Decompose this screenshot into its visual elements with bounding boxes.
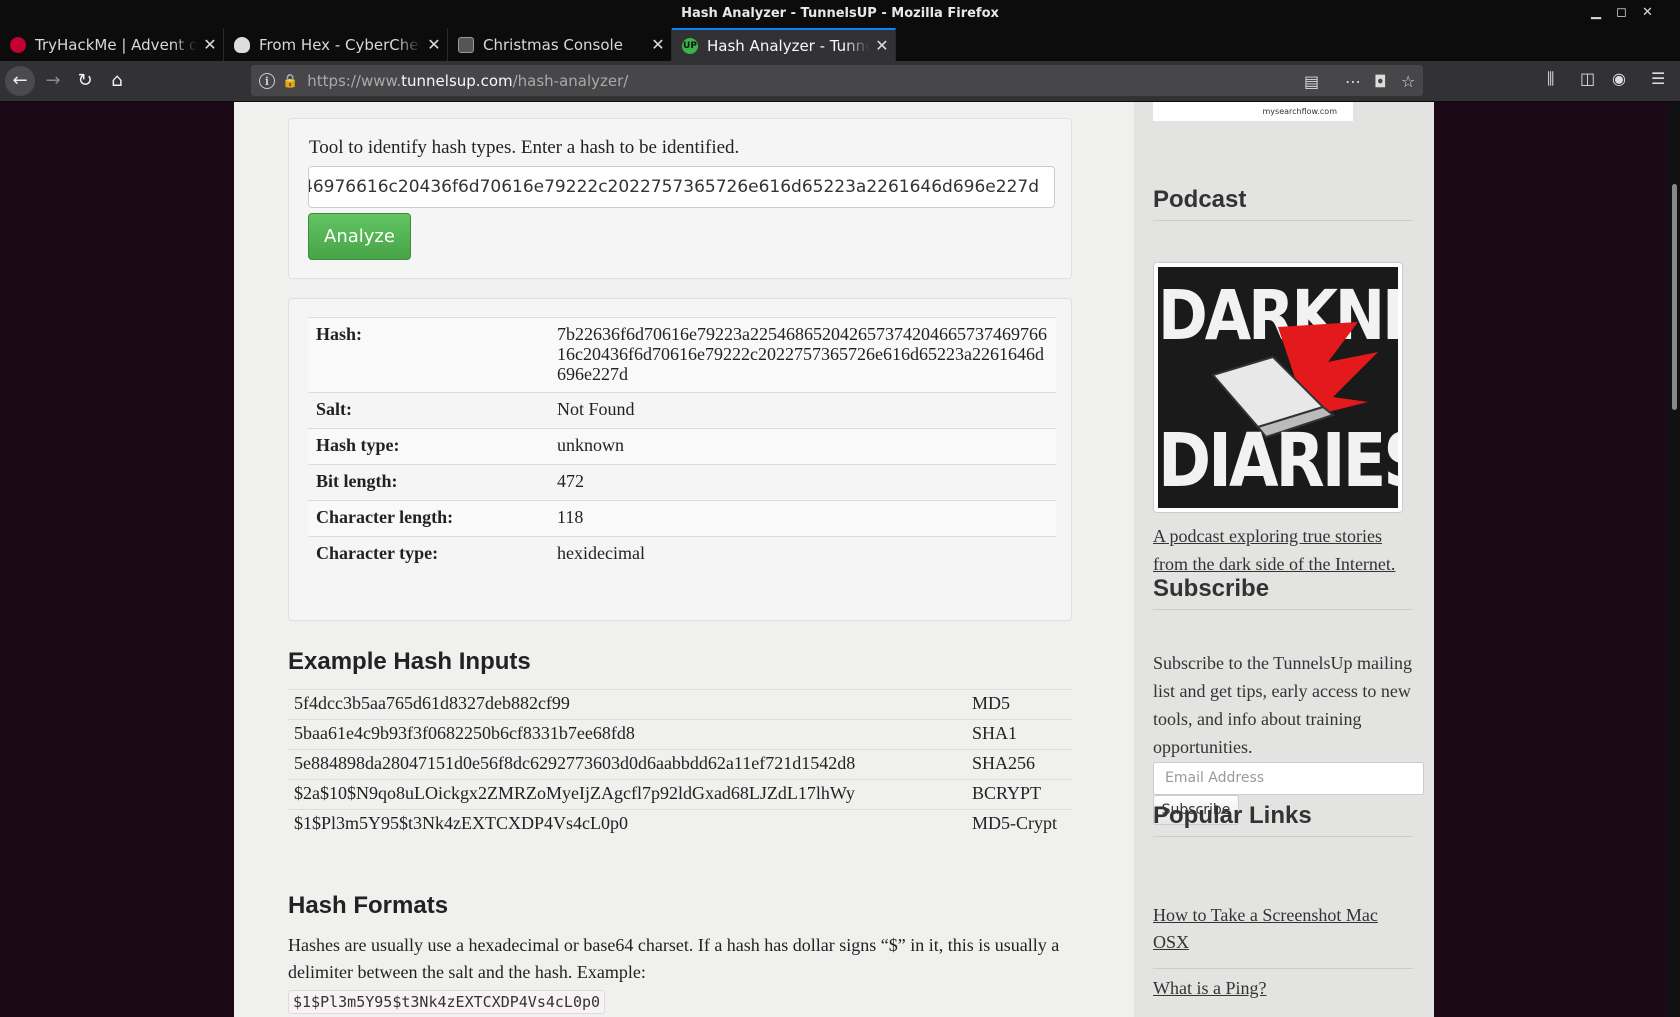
tab-label: From Hex - CyberChef	[259, 35, 421, 54]
popular-link-ping[interactable]: What is a Ping?	[1153, 978, 1266, 999]
maximize-icon[interactable]: ◻	[1616, 5, 1627, 20]
popular-links-heading: Popular Links	[1153, 802, 1413, 837]
tab-cyberchef[interactable]: From Hex - CyberChef ✕	[224, 28, 448, 61]
table-row: 5baa61e4c9b93f3f0682250b6cf8331b7ee68fd8…	[288, 719, 1072, 750]
hash-input[interactable]: 7b22636f6d70616e79223a225468652042657374…	[308, 166, 1055, 208]
reload-icon[interactable]: ↻	[72, 68, 98, 94]
examples-table: 5f4dcc3b5aa765d61d8327deb882cf99 MD5 5baa…	[288, 689, 1072, 839]
analyze-button[interactable]: Analyze	[308, 213, 411, 260]
table-row: $1$Pl3m5Y95$t3Nk4zEXTCXDP4Vs4cL0p0 MD5-Cr…	[288, 809, 1072, 839]
library-icon[interactable]: ⫼	[1547, 69, 1554, 89]
window-titlebar: Hash Analyzer - TunnelsUP - Mozilla Fire…	[0, 0, 1680, 28]
table-row: Character length: 118	[308, 500, 1056, 537]
console-icon	[458, 36, 474, 53]
podcast-heading: Podcast	[1153, 186, 1413, 221]
sidebar-toggle-icon[interactable]: ◫	[1580, 69, 1595, 88]
formats-paragraph: Hashes are usually use a hexadecimal or …	[288, 935, 1060, 982]
table-row: Character type: hexidecimal	[308, 536, 1056, 572]
divider	[1153, 968, 1413, 969]
chef-hat-icon	[234, 36, 250, 53]
tab-label: TryHackMe | Advent of Cyber	[35, 35, 197, 54]
hash-value: 7b22636f6d70616e79223a225468652042657374…	[549, 317, 1056, 393]
ad-banner[interactable]: mysearchflow.com	[1153, 102, 1353, 121]
scrollbar-thumb[interactable]	[1672, 184, 1677, 410]
window-title: Hash Analyzer - TunnelsUP - Mozilla Fire…	[681, 6, 999, 21]
page-viewport: Tool to identify hash types. Enter a has…	[0, 102, 1680, 1017]
table-row: Hash type: unknown	[308, 428, 1056, 465]
character-type-value: hexidecimal	[549, 536, 1056, 572]
formats-heading: Hash Formats	[288, 892, 449, 919]
bit-length-value: 472	[549, 464, 1056, 501]
account-icon[interactable]: ◉	[1612, 69, 1626, 88]
tunnelsup-favicon-icon: UP	[682, 37, 698, 54]
subscribe-description: Subscribe to the TunnelsUp mailing list …	[1153, 653, 1413, 757]
table-row: Hash: 7b22636f6d70616e79223a2254686520426…	[308, 317, 1056, 393]
minimize-icon[interactable]: ▁	[1591, 5, 1601, 20]
email-field[interactable]: Email Address	[1153, 762, 1424, 795]
tool-panel: Tool to identify hash types. Enter a has…	[288, 118, 1072, 279]
close-window-icon[interactable]: ✕	[1642, 5, 1653, 20]
table-row: Bit length: 472	[308, 464, 1056, 501]
tab-tryhackme[interactable]: TryHackMe | Advent of Cyber ✕	[0, 28, 224, 61]
home-icon[interactable]: ⌂	[104, 68, 130, 94]
character-length-value: 118	[549, 500, 1056, 537]
salt-value: Not Found	[549, 392, 1056, 429]
close-tab-icon[interactable]: ✕	[421, 35, 447, 54]
popular-link-screenshot-mac[interactable]: How to Take a Screenshot Mac OSX	[1153, 902, 1403, 956]
tool-prompt: Tool to identify hash types. Enter a has…	[309, 137, 740, 158]
examples-heading: Example Hash Inputs	[288, 648, 531, 675]
menu-hamburger-icon[interactable]: ☰	[1651, 69, 1665, 88]
table-row: 5f4dcc3b5aa765d61d8327deb882cf99 MD5	[288, 689, 1072, 720]
main-content: Tool to identify hash types. Enter a has…	[234, 102, 1134, 1017]
podcast-link[interactable]: A podcast exploring true stories from th…	[1153, 522, 1413, 578]
darknet-diaries-art: DARKNET DIARIES	[1158, 267, 1398, 508]
podcast-image[interactable]: DARKNET DIARIES	[1153, 262, 1403, 513]
tab-strip: TryHackMe | Advent of Cyber ✕ From Hex -…	[0, 28, 1680, 84]
url-text: https://www.tunnelsup.com/hash-analyzer/	[307, 71, 629, 90]
back-arrow-icon[interactable]: ←	[5, 66, 35, 96]
close-tab-icon[interactable]: ✕	[645, 35, 671, 54]
tab-label: Christmas Console	[483, 35, 623, 54]
site-info-icon[interactable]: i	[259, 72, 275, 89]
close-tab-icon[interactable]: ✕	[869, 36, 895, 55]
tab-christmas-console[interactable]: Christmas Console ✕	[448, 28, 672, 61]
table-row: Salt: Not Found	[308, 392, 1056, 429]
page-actions-icon[interactable]: ⋯	[1345, 72, 1361, 91]
tab-label: Hash Analyzer - TunnelsUP	[707, 36, 869, 55]
hash-type-value: unknown	[549, 428, 1056, 465]
bookmark-star-icon[interactable]: ☆	[1401, 72, 1415, 91]
table-row: $2a$10$N9qo8uLOickgx2ZMRZoMyeIjZAgcfl7p9…	[288, 779, 1072, 810]
subscribe-heading: Subscribe	[1153, 575, 1413, 610]
sidebar: mysearchflow.com Podcast DARKNET DIARIES…	[1134, 102, 1434, 1017]
navigation-toolbar: ← → ↻ ⌂ i 🔒 https://www.tunnelsup.com/ha…	[0, 61, 1680, 102]
tab-hash-analyzer[interactable]: UP Hash Analyzer - TunnelsUP ✕	[672, 28, 896, 61]
result-table: Hash: 7b22636f6d70616e79223a2254686520426…	[308, 317, 1056, 572]
reader-view-icon[interactable]: ▤	[1304, 72, 1319, 91]
tryhackme-favicon-icon	[10, 36, 26, 53]
close-tab-icon[interactable]: ✕	[197, 35, 223, 54]
pocket-icon[interactable]: ◘	[1374, 72, 1387, 91]
lock-icon: 🔒	[282, 72, 299, 88]
formats-code-example: $1$Pl3m5Y95$t3Nk4zEXTCXDP4Vs4cL0p0	[288, 990, 606, 1014]
table-row: 5e884898da28047151d0e56f8dc6292773603d0d…	[288, 749, 1072, 780]
url-bar[interactable]: i 🔒 https://www.tunnelsup.com/hash-analy…	[251, 65, 1423, 96]
result-panel: Hash: 7b22636f6d70616e79223a2254686520426…	[288, 298, 1072, 621]
forward-arrow-icon[interactable]: →	[40, 68, 66, 94]
